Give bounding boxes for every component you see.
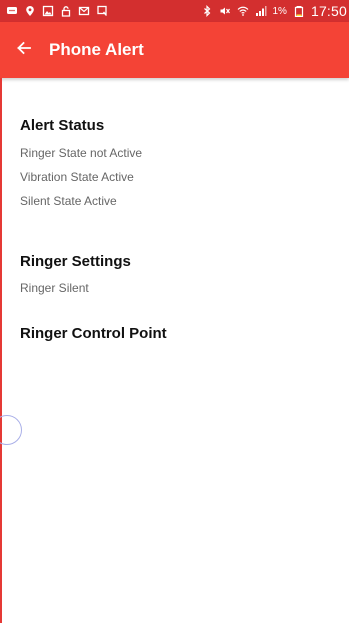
mute-icon — [219, 5, 231, 17]
location-icon — [24, 5, 36, 17]
back-button[interactable] — [2, 22, 46, 78]
alert-status-line-ringer: Ringer State not Active — [20, 146, 143, 160]
arrow-left-icon — [16, 40, 32, 61]
alert-status-line-vibration: Vibration State Active — [20, 170, 134, 184]
main-content: Alert Status Ringer State not Active Vib… — [0, 78, 349, 623]
ringer-settings-line: Ringer Silent — [20, 281, 89, 295]
signal-icon — [255, 5, 267, 17]
wifi-icon — [237, 5, 249, 17]
status-bar: 1% 17:50 — [0, 0, 349, 22]
image-icon — [42, 5, 54, 17]
alert-status-line-silent: Silent State Active — [20, 194, 117, 208]
cast-icon — [96, 5, 108, 17]
ringer-settings-title: Ringer Settings — [20, 253, 131, 270]
app-title: Phone Alert — [49, 40, 144, 59]
message-icon — [6, 5, 18, 17]
battery-percent: 1% — [272, 5, 287, 17]
status-time: 17:50 — [310, 3, 347, 19]
bluetooth-icon — [201, 5, 213, 17]
mail-icon — [78, 5, 90, 17]
loading-indicator — [0, 415, 22, 445]
battery-icon — [293, 5, 305, 17]
ringer-control-point-title[interactable]: Ringer Control Point — [20, 325, 167, 342]
status-left-icons — [0, 5, 108, 17]
lock-icon — [60, 5, 72, 17]
app-bar: Phone Alert — [0, 22, 349, 78]
alert-status-title: Alert Status — [20, 117, 105, 134]
status-right-icons: 1% 17:50 — [201, 3, 349, 19]
